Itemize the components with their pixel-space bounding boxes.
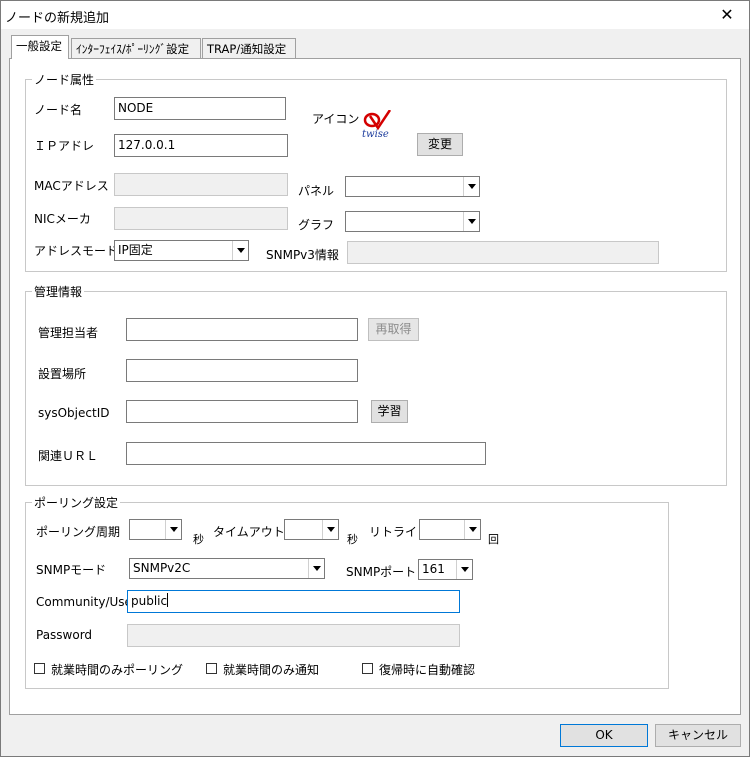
related-url-label: 関連ＵＲＬ <box>38 449 99 463</box>
tab-page-general: ノード属性 ノード名 NODE ＩＰアドレ 127.0.0.1 MACアドレス … <box>9 58 741 715</box>
location-label: 設置場所 <box>38 367 87 381</box>
snmp-mode-value: SNMPv2C <box>133 561 191 575</box>
node-add-dialog: ノードの新規追加 ✕ 一般設定 ｲﾝﾀｰﾌｪｲｽ/ﾎﾟｰﾘﾝｸﾞ設定 TRAP/… <box>0 0 750 757</box>
mac-address-input <box>114 173 288 196</box>
sysobjectid-input[interactable] <box>126 400 358 423</box>
auto-confirm-checkbox[interactable] <box>362 663 373 674</box>
password-input <box>127 624 460 647</box>
node-attributes-legend: ノード属性 <box>32 71 97 88</box>
title-bar: ノードの新規追加 ✕ <box>1 1 749 29</box>
node-attributes-group: ノード属性 ノード名 NODE ＩＰアドレ 127.0.0.1 MACアドレス … <box>25 71 727 272</box>
polling-interval-select[interactable] <box>129 519 182 540</box>
tab-general-label: 一般設定 <box>16 39 62 53</box>
sysobjectid-label: sysObjectID <box>38 406 110 420</box>
nic-vendor-input <box>114 207 288 230</box>
text-caret <box>167 593 169 607</box>
tab-interface-polling[interactable]: ｲﾝﾀｰﾌｪｲｽ/ﾎﾟｰﾘﾝｸﾞ設定 <box>71 38 201 60</box>
seconds-unit-2: 秒 <box>347 533 358 546</box>
snmp-port-select[interactable]: 161 <box>418 559 473 580</box>
twise-text: twise <box>362 129 389 140</box>
ok-button[interactable]: OK <box>560 724 648 747</box>
seconds-unit-1: 秒 <box>193 533 204 546</box>
polling-interval-label: ポーリング周期 <box>36 525 121 539</box>
chevron-down-icon <box>322 520 338 539</box>
business-hours-notify-checkbox[interactable] <box>206 663 217 674</box>
administrator-input[interactable] <box>126 318 358 341</box>
management-info-group: 管理情報 管理担当者 再取得 設置場所 sysObjectID 学習 関連ＵＲＬ <box>25 283 727 486</box>
chevron-down-icon <box>463 177 479 196</box>
snmp-mode-select[interactable]: SNMPv2C <box>129 558 325 579</box>
location-input[interactable] <box>126 359 358 382</box>
ip-address-label: ＩＰアドレ <box>34 139 95 153</box>
learn-button[interactable]: 学習 <box>371 400 408 423</box>
close-icon: ✕ <box>720 5 734 24</box>
address-mode-value: IP固定 <box>118 243 153 257</box>
business-hours-polling-label: 就業時間のみポーリング <box>51 663 184 677</box>
timeout-select[interactable] <box>284 519 339 540</box>
snmpv3-info-input <box>347 241 659 264</box>
address-mode-select[interactable]: IP固定 <box>114 240 249 261</box>
nic-vendor-label: NICメーカ <box>34 212 91 226</box>
window-title: ノードの新規追加 <box>5 11 110 26</box>
business-hours-polling-checkbox[interactable] <box>34 663 45 674</box>
panel-select[interactable] <box>345 176 480 197</box>
cancel-button[interactable]: キャンセル <box>655 724 741 747</box>
close-button[interactable]: ✕ <box>705 1 749 29</box>
chevron-down-icon <box>464 520 480 539</box>
node-name-input[interactable]: NODE <box>114 97 286 120</box>
graph-label: グラフ <box>298 218 335 232</box>
address-mode-label: アドレスモード <box>34 244 119 258</box>
reacquire-button[interactable]: 再取得 <box>368 318 419 341</box>
tab-trap-notify[interactable]: TRAP/通知設定 <box>202 38 296 60</box>
snmp-port-value: 161 <box>422 562 445 576</box>
password-label: Password <box>36 628 93 642</box>
polling-settings-legend: ポーリング設定 <box>32 494 121 511</box>
icon-label: アイコン <box>312 112 360 126</box>
snmpv3-info-label: SNMPv3情報 <box>266 248 339 262</box>
tab-interface-polling-label: ｲﾝﾀｰﾌｪｲｽ/ﾎﾟｰﾘﾝｸﾞ設定 <box>76 42 190 56</box>
panel-label: パネル <box>298 184 335 198</box>
tab-trap-notify-label: TRAP/通知設定 <box>207 42 287 56</box>
mac-address-label: MACアドレス <box>34 179 109 193</box>
community-user-value: public <box>131 594 168 608</box>
retry-select[interactable] <box>419 519 481 540</box>
chevron-down-icon <box>165 520 181 539</box>
business-hours-notify-label: 就業時間のみ通知 <box>223 663 320 677</box>
community-user-label: Community/User <box>36 595 137 609</box>
timeout-label: タイムアウト <box>213 525 285 539</box>
management-info-legend: 管理情報 <box>32 283 85 300</box>
times-unit: 回 <box>488 533 499 546</box>
tab-general[interactable]: 一般設定 <box>11 35 69 59</box>
retry-label: リトライ <box>369 525 418 539</box>
auto-confirm-label: 復帰時に自動確認 <box>379 663 476 677</box>
chevron-down-icon <box>463 212 479 231</box>
snmp-port-label: SNMPポート <box>346 565 417 579</box>
snmp-mode-label: SNMPモード <box>36 563 107 577</box>
graph-select[interactable] <box>345 211 480 232</box>
community-user-input[interactable]: public <box>127 590 460 613</box>
chevron-down-icon <box>232 241 248 260</box>
related-url-input[interactable] <box>126 442 486 465</box>
chevron-down-icon <box>308 559 324 578</box>
chevron-down-icon <box>456 560 472 579</box>
administrator-label: 管理担当者 <box>38 326 99 340</box>
twise-node-icon: twise <box>362 110 392 140</box>
ip-address-input[interactable]: 127.0.0.1 <box>114 134 288 157</box>
change-icon-button[interactable]: 変更 <box>417 133 463 156</box>
node-name-label: ノード名 <box>34 103 83 117</box>
polling-settings-group: ポーリング設定 ポーリング周期 秒 タイムアウト 秒 リトライ 回 SNMPモー… <box>25 494 669 689</box>
